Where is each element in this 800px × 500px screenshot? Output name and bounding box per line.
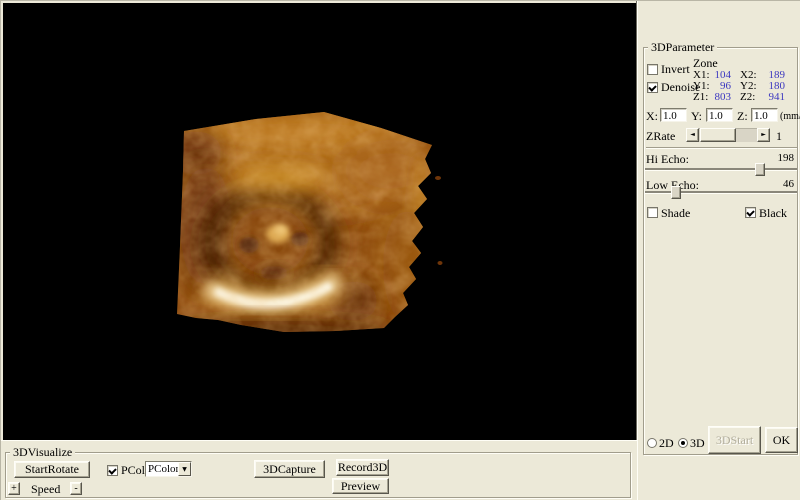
shade-checkbox[interactable] [647,207,658,218]
voxel-y-input[interactable]: 1.0 [706,108,733,122]
app-window: 3DParameter Invert Denoise Zone X1: 104 … [0,0,800,500]
visualize-group-title: 3DVisualize [10,445,76,459]
zone-row-z: Z1: 803 Z2: 941 [693,91,795,103]
ok-button[interactable]: OK [765,427,798,453]
mode-2d-radio[interactable] [647,438,657,448]
mode-3d-radio[interactable] [678,438,688,448]
start-rotate-button[interactable]: StartRotate [14,461,90,478]
black-label: Black [759,206,787,220]
voxel-z-label: Z: [737,109,748,123]
hi-echo-slider-thumb[interactable] [755,163,765,176]
zone-z1-value: 803 [714,91,732,103]
dropdown-arrow-icon[interactable]: ▼ [178,462,191,476]
start-3d-button: 3DStart [708,426,761,454]
zrate-right-arrow-icon[interactable]: ► [757,128,770,142]
low-echo-value: 46 [783,178,794,190]
black-checkbox[interactable] [745,207,756,218]
mode-3d-label: 3D [690,436,705,450]
zrate-label: ZRate [646,129,676,143]
parameter-panel: 3DParameter Invert Denoise Zone X1: 104 … [637,1,800,500]
speed-plus-button[interactable]: + [8,482,20,495]
speed-minus-button[interactable]: - [70,482,82,495]
visualize-panel: 3DVisualize StartRotate + Speed - PColor… [1,440,637,500]
zone-label: Zone [693,56,718,70]
zrate-scrollbar-thumb[interactable] [700,128,736,142]
zrate-value: 1 [776,129,782,143]
voxel-x-input[interactable]: 1.0 [660,108,687,122]
hi-echo-label: Hi Echo: [646,152,689,166]
invert-label: Invert [661,62,690,76]
denoise-checkbox[interactable] [647,82,658,93]
pcolor-checkbox[interactable] [107,465,118,476]
parameter-group-title: 3DParameter [648,40,718,54]
visualize-group: 3DVisualize StartRotate + Speed - PColor… [5,445,631,498]
low-echo-slider-thumb[interactable] [671,186,681,199]
zone-z2-value: 941 [768,91,786,103]
speed-label: Speed [31,482,61,496]
zrate-scrollbar[interactable]: ◄ ► [686,128,770,142]
low-echo-slider[interactable] [645,186,797,199]
capture-3d-button[interactable]: 3DCapture [254,460,325,478]
zrate-left-arrow-icon[interactable]: ◄ [686,128,699,142]
voxel-y-label: Y: [691,109,702,123]
pcolor-dropdown[interactable]: PColor ▼ [145,461,192,477]
voxel-z-input[interactable]: 1.0 [751,108,778,122]
pcolor-dropdown-value: PColor [148,463,180,475]
preview-button[interactable]: Preview [332,478,389,494]
zone-z1-label: Z1: [693,91,709,103]
ultrasound-volume-image [177,112,443,332]
voxel-unit-label: (mm/p) [780,111,800,122]
separator [646,147,797,149]
invert-checkbox[interactable] [647,64,658,75]
mode-2d-label: 2D [659,436,674,450]
voxel-x-label: X: [646,109,658,123]
parameter-group: 3DParameter Invert Denoise Zone X1: 104 … [643,40,800,455]
shade-label: Shade [661,206,691,220]
record-3d-button[interactable]: Record3D [336,459,389,476]
render-viewport[interactable] [3,3,637,440]
hi-echo-slider[interactable] [645,163,797,176]
